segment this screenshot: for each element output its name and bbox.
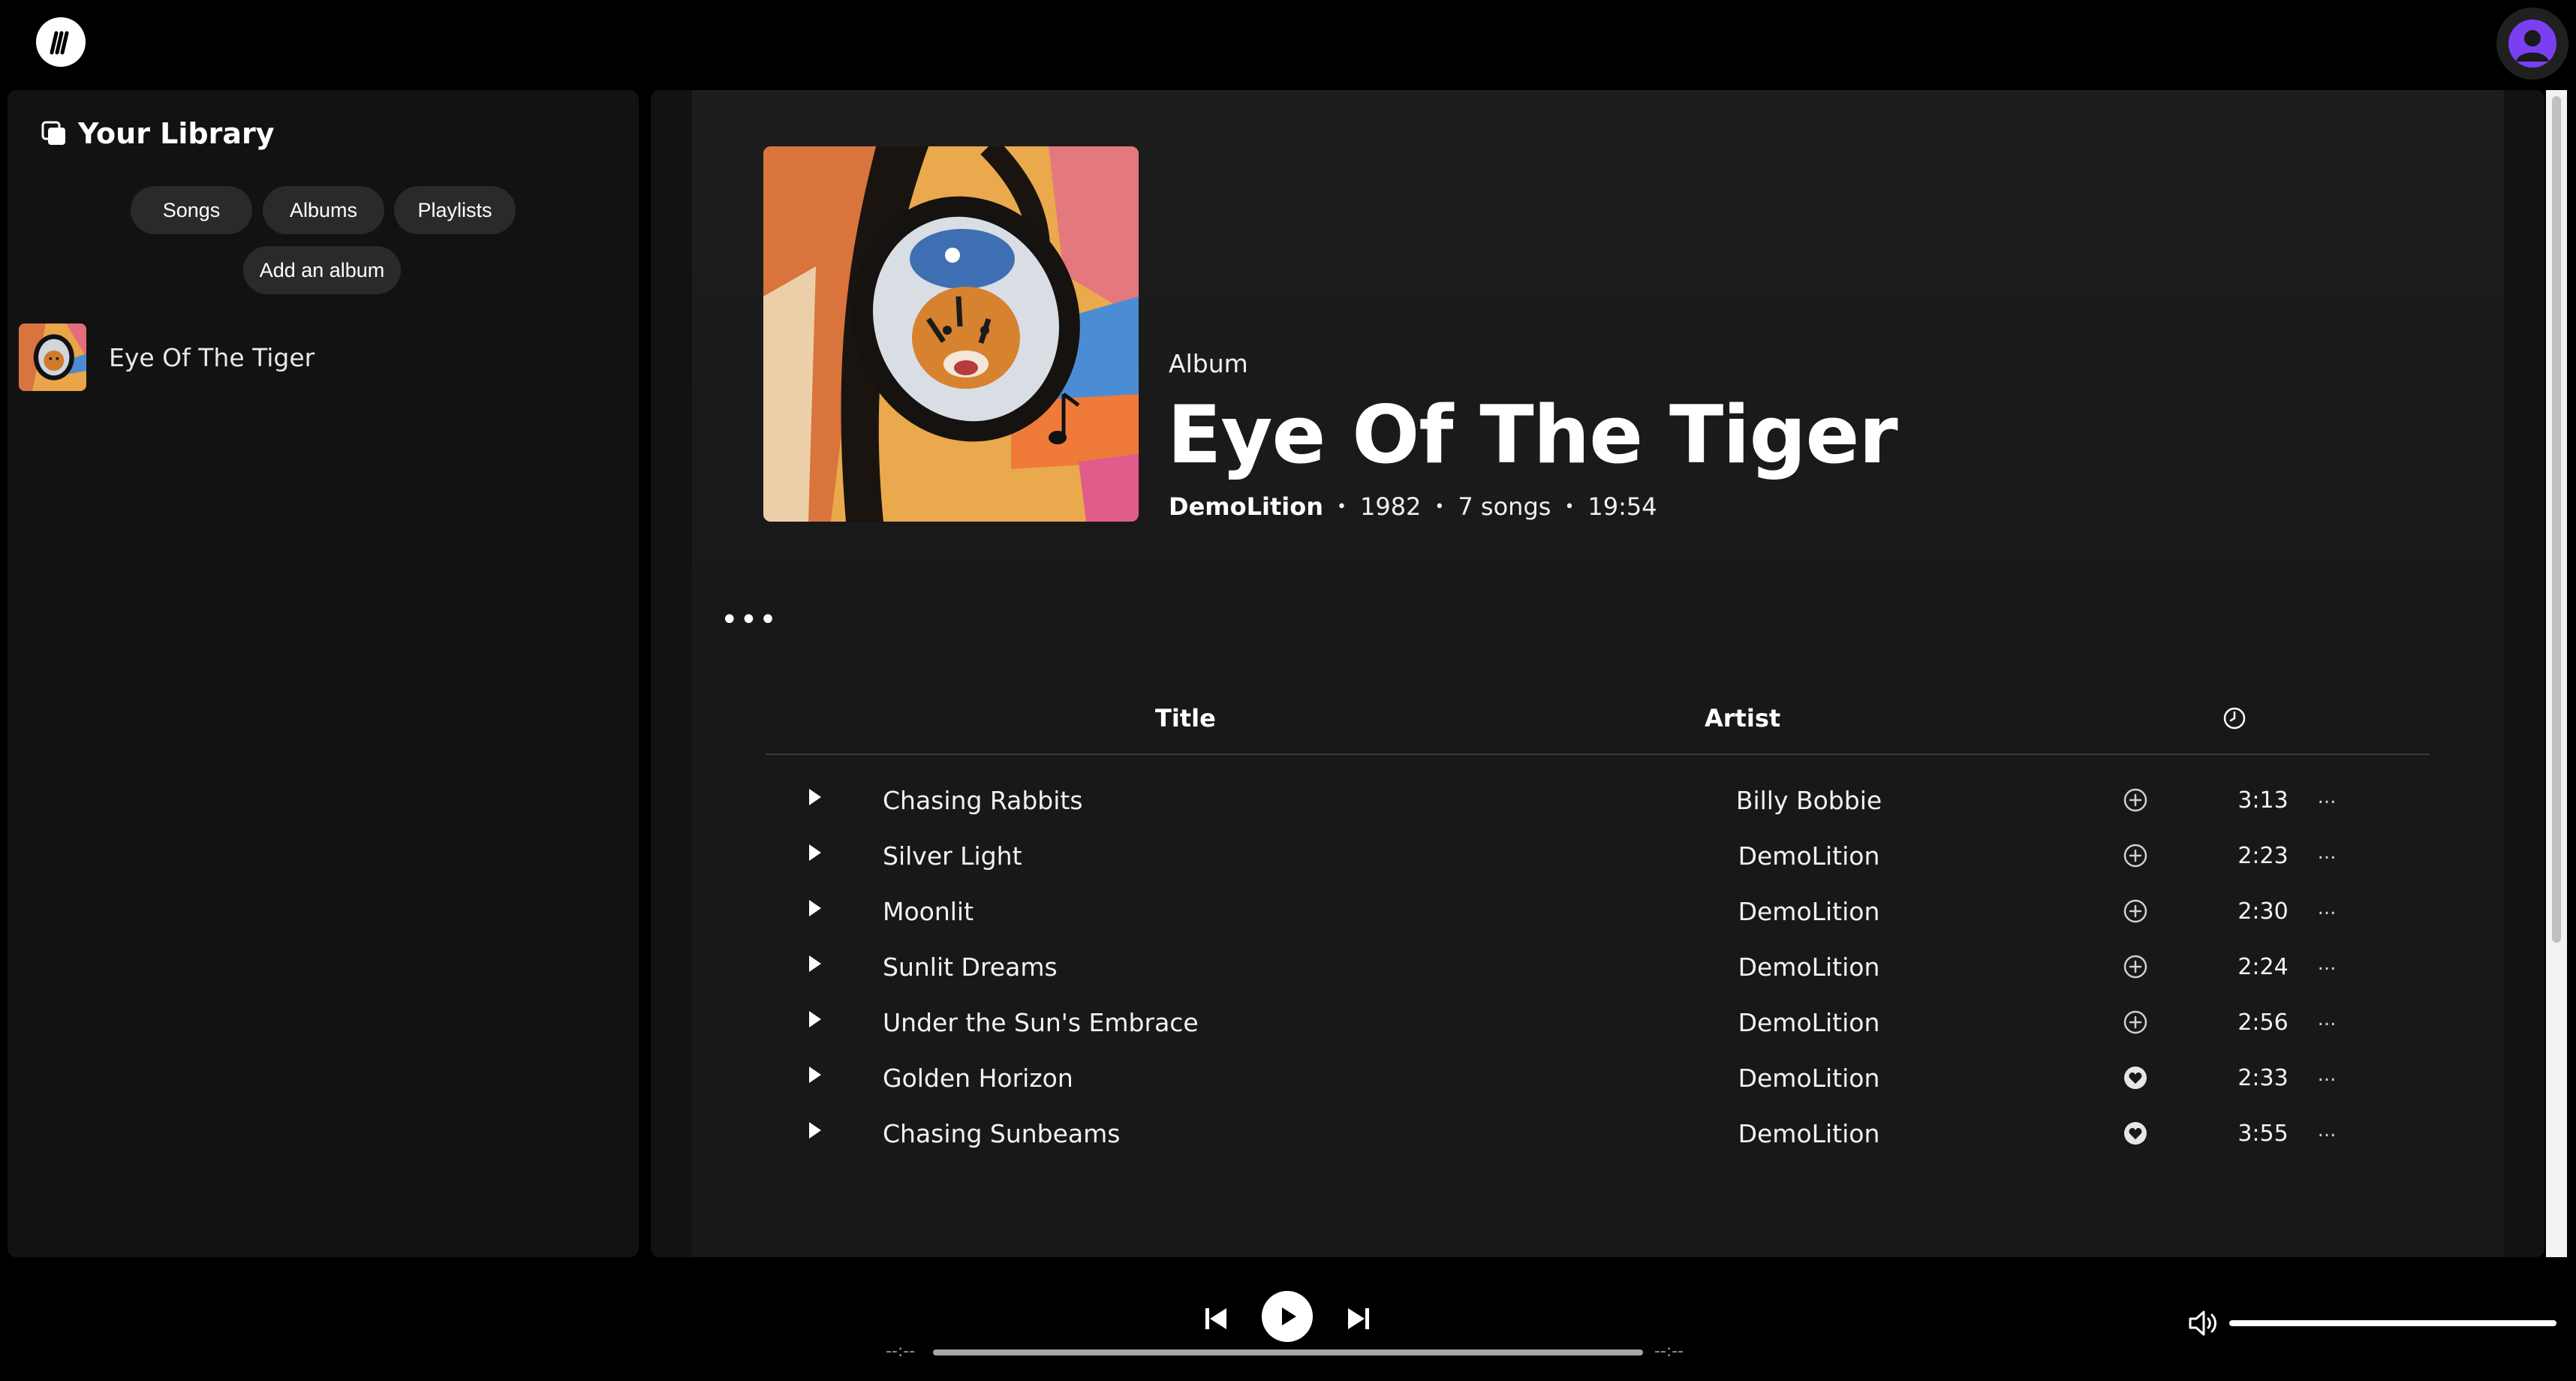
user-avatar-icon	[2508, 20, 2556, 68]
track-more-options-button[interactable]: ...	[2312, 1119, 2342, 1142]
track-duration: 2:56	[2237, 1009, 2289, 1036]
track-more-options-button[interactable]: ...	[2312, 1064, 2342, 1086]
track-more-options-button[interactable]: ...	[2312, 897, 2342, 919]
track-artist[interactable]: DemoLition	[1666, 841, 1952, 871]
track-row[interactable]: Under the Sun's Embrace DemoLition 2:56...	[766, 994, 2430, 1050]
library-header: Your Library	[41, 117, 275, 150]
track-artist[interactable]: DemoLition	[1666, 897, 1952, 926]
track-artist[interactable]: DemoLition	[1666, 1064, 1952, 1093]
player-bar: --:-- --:--	[0, 1257, 2576, 1381]
track-duration: 2:24	[2237, 954, 2289, 980]
library-sidebar: Your Library Songs Albums Playlists Add …	[8, 90, 639, 1257]
track-title[interactable]: Chasing Sunbeams	[883, 1119, 1120, 1148]
album-year: 1982	[1359, 492, 1422, 521]
time-elapsed: --:--	[886, 1342, 916, 1361]
time-total: --:--	[1654, 1342, 1684, 1361]
track-row[interactable]: Chasing Rabbits Billy Bobbie 3:13...	[766, 772, 2430, 828]
track-duration: 2:30	[2237, 898, 2289, 925]
volume-slider[interactable]	[2229, 1320, 2556, 1326]
track-more-options-button[interactable]: ...	[2312, 952, 2342, 975]
track-artist[interactable]: Billy Bobbie	[1666, 786, 1952, 815]
library-icon	[41, 121, 65, 145]
add-to-library-icon[interactable]	[2123, 954, 2148, 979]
album-meta: DemoLition • 1982 • 7 songs • 19:54	[1169, 492, 1657, 521]
track-duration: 2:23	[2237, 843, 2289, 869]
play-track-icon[interactable]	[809, 1067, 821, 1083]
track-more-options-button[interactable]: ...	[2312, 1008, 2342, 1030]
track-title[interactable]: Under the Sun's Embrace	[883, 1008, 1199, 1037]
filter-playlists-button[interactable]: Playlists	[394, 186, 516, 234]
track-row[interactable]: Silver Light DemoLition 2:23...	[766, 828, 2430, 883]
track-title[interactable]: Moonlit	[883, 897, 974, 926]
track-row[interactable]: Moonlit DemoLition 2:30...	[766, 883, 2430, 939]
track-more-options-button[interactable]: ...	[2312, 841, 2342, 864]
album-cover	[763, 146, 1139, 522]
progress-bar[interactable]	[933, 1349, 1643, 1355]
filter-albums-button[interactable]: Albums	[263, 186, 384, 234]
column-header-artist: Artist	[1705, 704, 1781, 733]
column-header-title: Title	[1155, 704, 1216, 733]
meta-separator: •	[1434, 497, 1445, 516]
scrollbar-thumb[interactable]	[2552, 96, 2561, 943]
header-divider	[766, 754, 2430, 755]
track-row[interactable]: Sunlit Dreams DemoLition 2:24...	[766, 939, 2430, 994]
track-more-options-button[interactable]: ...	[2312, 786, 2342, 808]
track-title[interactable]: Chasing Rabbits	[883, 786, 1083, 815]
album-more-options-button[interactable]: •••	[721, 605, 778, 635]
app-logo[interactable]	[36, 17, 86, 67]
saved-heart-icon[interactable]	[2123, 1065, 2148, 1091]
meta-separator: •	[1336, 497, 1347, 516]
main-scrollbar[interactable]	[2546, 90, 2567, 1257]
clock-icon	[2223, 707, 2246, 730]
library-item[interactable]: Eye Of The Tiger	[19, 323, 314, 391]
track-list-panel: ••• Title Artist Chasing Rabbits Billy Bo…	[692, 567, 2504, 1257]
add-to-library-icon[interactable]	[2123, 898, 2148, 924]
album-type-label: Album	[1169, 349, 1248, 378]
add-album-button[interactable]: Add an album	[243, 246, 401, 294]
m-logo-icon	[50, 31, 69, 55]
play-icon	[1282, 1307, 1296, 1325]
skip-next-icon[interactable]	[1345, 1305, 1372, 1332]
play-track-icon[interactable]	[809, 789, 821, 805]
library-title: Your Library	[78, 117, 275, 150]
filter-songs-button[interactable]: Songs	[131, 186, 252, 234]
album-view: Album Eye Of The Tiger DemoLition • 1982…	[651, 90, 2544, 1257]
play-track-icon[interactable]	[809, 1011, 821, 1027]
track-title[interactable]: Silver Light	[883, 841, 1022, 871]
play-track-icon[interactable]	[809, 955, 821, 972]
track-duration: 3:55	[2237, 1121, 2289, 1147]
track-duration: 2:33	[2237, 1065, 2289, 1091]
track-duration: 3:13	[2237, 787, 2289, 814]
play-track-icon[interactable]	[809, 900, 821, 916]
add-to-library-icon[interactable]	[2123, 787, 2148, 813]
play-track-icon[interactable]	[809, 1122, 821, 1139]
album-thumbnail	[19, 323, 86, 391]
album-title: Eye Of The Tiger	[1167, 389, 1898, 481]
saved-heart-icon[interactable]	[2123, 1121, 2148, 1146]
track-artist[interactable]: DemoLition	[1666, 952, 1952, 982]
add-to-library-icon[interactable]	[2123, 843, 2148, 868]
add-to-library-icon[interactable]	[2123, 1009, 2148, 1035]
album-duration: 19:54	[1587, 492, 1657, 521]
album-song-count: 7 songs	[1458, 492, 1551, 521]
skip-previous-icon[interactable]	[1202, 1305, 1229, 1332]
album-artist-link[interactable]: DemoLition	[1169, 492, 1323, 521]
play-pause-button[interactable]	[1262, 1291, 1313, 1342]
track-row[interactable]: Chasing Sunbeams DemoLition 3:55...	[766, 1106, 2430, 1161]
album-hero: Album Eye Of The Tiger DemoLition • 1982…	[692, 90, 2504, 567]
track-row[interactable]: Golden Horizon DemoLition 2:33...	[766, 1050, 2430, 1106]
play-track-icon[interactable]	[809, 844, 821, 861]
track-artist[interactable]: DemoLition	[1666, 1119, 1952, 1148]
track-artist[interactable]: DemoLition	[1666, 1008, 1952, 1037]
volume-icon[interactable]	[2187, 1308, 2222, 1338]
library-item-name: Eye Of The Tiger	[109, 342, 315, 372]
meta-separator: •	[1564, 497, 1575, 516]
track-title[interactable]: Golden Horizon	[883, 1064, 1073, 1093]
user-menu-button[interactable]	[2496, 8, 2568, 80]
track-title[interactable]: Sunlit Dreams	[883, 952, 1058, 982]
